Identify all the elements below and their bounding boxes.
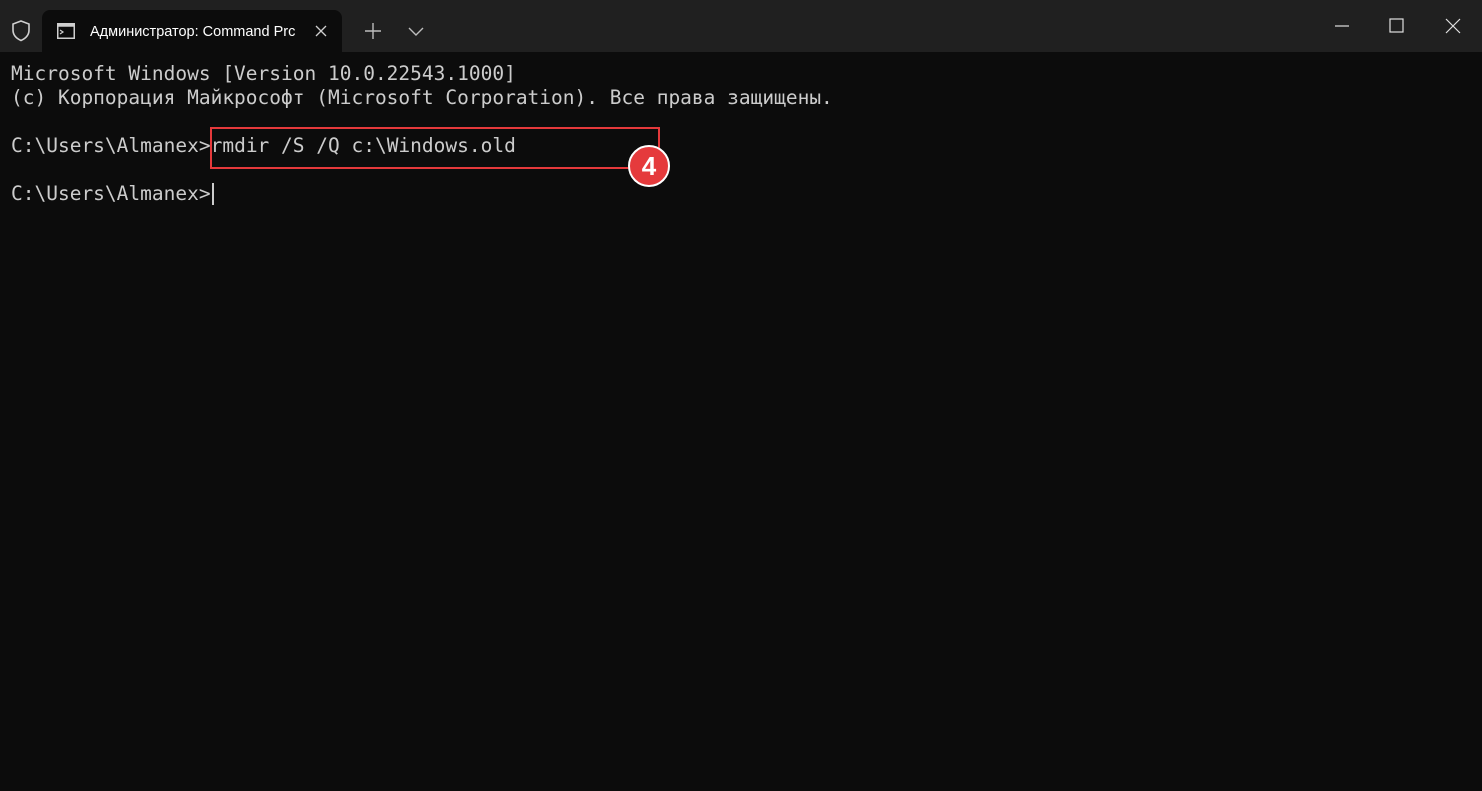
prompt: C:\Users\Almanex> — [11, 182, 211, 205]
tab-command-prompt[interactable]: Администратор: Command Prc — [42, 10, 342, 52]
minimize-button[interactable] — [1314, 0, 1372, 52]
maximize-icon — [1389, 18, 1404, 33]
close-icon[interactable] — [312, 22, 330, 40]
step-badge: 4 — [628, 145, 670, 187]
shield-icon — [9, 19, 33, 43]
current-prompt-line[interactable]: C:\Users\Almanex> — [11, 182, 214, 206]
title-bar: Администратор: Command Prc — [0, 0, 1482, 52]
chevron-down-icon — [408, 27, 424, 36]
cmd-icon — [57, 23, 75, 39]
terminal-output[interactable]: Microsoft Windows [Version 10.0.22543.10… — [0, 52, 1482, 791]
text-cursor — [211, 183, 214, 205]
new-tab-button[interactable] — [362, 20, 384, 42]
close-window-button[interactable] — [1424, 0, 1482, 52]
plus-icon — [365, 23, 381, 39]
prompt: C:\Users\Almanex> — [11, 134, 211, 157]
command-highlight-box — [210, 127, 660, 169]
maximize-button[interactable] — [1368, 0, 1426, 52]
tab-title: Администратор: Command Prc — [90, 24, 296, 40]
minimize-icon — [1335, 25, 1349, 27]
close-icon — [1445, 18, 1461, 34]
tab-dropdown-button[interactable] — [405, 24, 427, 38]
version-line: Microsoft Windows [Version 10.0.22543.10… — [11, 62, 516, 85]
copyright-line: (c) Корпорация Майкрософт (Microsoft Cor… — [11, 86, 833, 109]
